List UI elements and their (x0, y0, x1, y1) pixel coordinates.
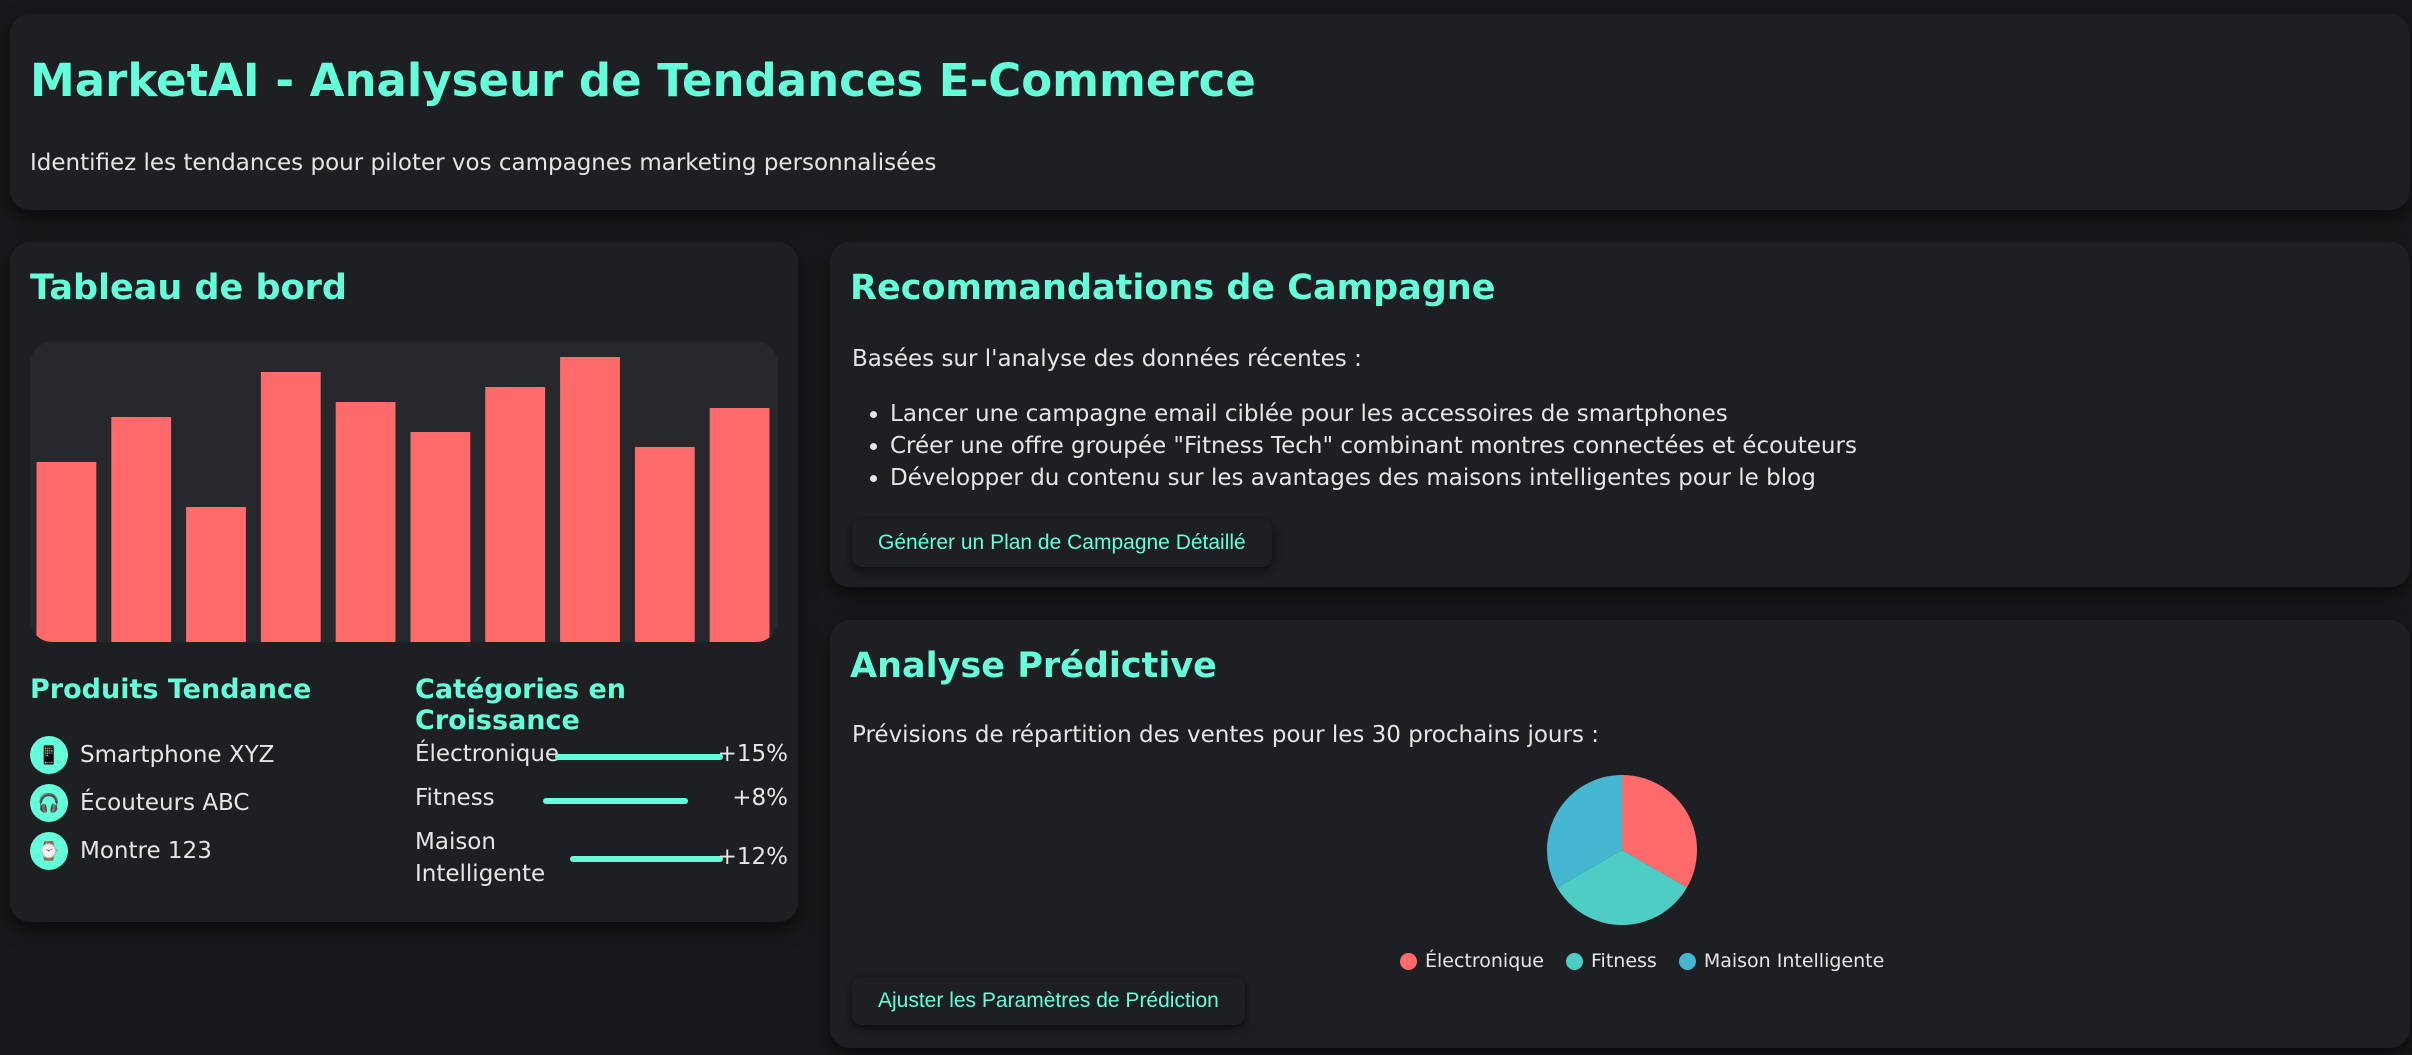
predictive-card: Analyse Prédictive Prévisions de réparti… (830, 620, 2410, 1048)
recommendations-intro: Basées sur l'analyse des données récente… (852, 346, 1362, 372)
list-item: Lancer une campagne email ciblée pour le… (890, 398, 1857, 430)
category-percent: +15% (717, 741, 788, 767)
category-growth-bar (570, 856, 723, 862)
predictive-intro: Prévisions de répartition des ventes pou… (852, 722, 1599, 748)
app-subtitle: Identifiez les tendances pour piloter vo… (30, 150, 937, 176)
header-card: MarketAI - Analyseur de Tendances E-Comm… (10, 14, 2410, 210)
category-row: Maison Intelligente +12% (415, 826, 788, 896)
bar-chart (30, 342, 778, 642)
category-name: Électronique (415, 741, 560, 767)
product-label: Écouteurs ABC (80, 790, 250, 816)
predictive-title: Analyse Prédictive (850, 646, 1217, 686)
bar (36, 462, 97, 642)
bar (410, 432, 471, 642)
list-item: Développer du contenu sur les avantages … (890, 462, 1857, 494)
category-growth-bar (543, 798, 688, 804)
pie-legend: Électronique Fitness Maison Intelligente (1400, 950, 1906, 972)
category-name: Maison Intelligente (415, 829, 546, 887)
legend-item[interactable]: Électronique (1400, 950, 1544, 972)
bar (485, 387, 546, 642)
dashboard-card: Tableau de bord Produits Tendance Catégo… (10, 242, 798, 922)
category-growth-bar (555, 754, 723, 760)
bar (260, 372, 321, 642)
legend-item[interactable]: Maison Intelligente (1678, 950, 1885, 972)
product-item[interactable]: 🎧 Écouteurs ABC (30, 783, 250, 823)
generate-plan-button[interactable]: Générer un Plan de Campagne Détaillé (852, 519, 1272, 567)
watch-icon: ⌚ (30, 832, 68, 870)
category-row: Fitness +8% (415, 782, 788, 822)
trending-products-title: Produits Tendance (30, 674, 312, 705)
bar-chart-svg (36, 357, 770, 642)
bar (634, 447, 695, 642)
recommendations-title: Recommandations de Campagne (850, 268, 1496, 308)
legend-swatch (1678, 952, 1696, 970)
pie-chart (1547, 775, 1697, 925)
product-item[interactable]: 📱 Smartphone XYZ (30, 735, 274, 775)
recommendations-card: Recommandations de Campagne Basées sur l… (830, 242, 2410, 587)
legend-swatch (1400, 952, 1417, 970)
bar (709, 408, 770, 642)
legend-swatch (1566, 952, 1584, 970)
bar (335, 402, 396, 642)
category-percent: +8% (732, 785, 788, 811)
legend-label: Électronique (1425, 950, 1545, 972)
mobile-phone-icon: 📱 (30, 736, 68, 774)
product-item[interactable]: ⌚ Montre 123 (30, 831, 212, 871)
legend-item[interactable]: Fitness (1566, 950, 1657, 972)
bar (111, 417, 172, 642)
growing-categories-title: Catégories en Croissance (415, 674, 627, 736)
category-name: Fitness (415, 785, 495, 811)
dashboard-title: Tableau de bord (30, 268, 347, 308)
bar (186, 507, 246, 642)
category-row: Électronique +15% (415, 738, 788, 778)
recommendations-list: Lancer une campagne email ciblée pour le… (890, 398, 1857, 494)
category-percent: +12% (717, 844, 788, 870)
adjust-prediction-button[interactable]: Ajuster les Paramètres de Prédiction (852, 977, 1245, 1025)
headphones-icon: 🎧 (30, 784, 68, 822)
product-label: Smartphone XYZ (80, 742, 275, 768)
product-label: Montre 123 (80, 838, 212, 864)
list-item: Créer une offre groupée "Fitness Tech" c… (890, 430, 1857, 462)
legend-label: Fitness (1591, 950, 1657, 972)
app-title: MarketAI - Analyseur de Tendances E-Comm… (30, 54, 1256, 107)
bar (560, 357, 620, 642)
legend-label: Maison Intelligente (1703, 950, 1885, 972)
